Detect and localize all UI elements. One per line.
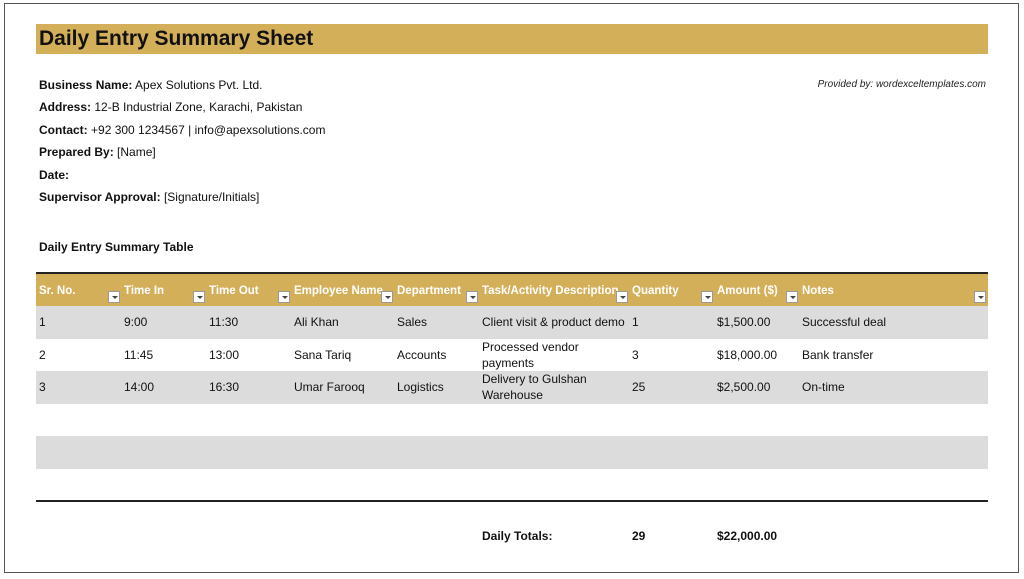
prepared-by-line: Prepared By: [Name] xyxy=(39,145,156,159)
cell-employee-name[interactable]: Ali Khan xyxy=(294,306,339,339)
title-bar: Daily Entry Summary Sheet xyxy=(36,24,988,54)
task-line-1: Processed vendor xyxy=(482,339,579,354)
supervisor-approval-line: Supervisor Approval: [Signature/Initials… xyxy=(39,190,259,204)
page-title: Daily Entry Summary Sheet xyxy=(39,27,314,50)
cell-time-out[interactable]: 16:30 xyxy=(209,371,239,404)
filter-dropdown-icon[interactable] xyxy=(381,291,393,303)
cell-notes[interactable]: Successful deal xyxy=(802,306,886,339)
daily-totals-amount[interactable]: $22,000.00 xyxy=(717,529,777,543)
filter-dropdown-icon[interactable] xyxy=(193,291,205,303)
prepared-by-value[interactable]: [Name] xyxy=(117,145,156,159)
address-value: 12-B Industrial Zone, Karachi, Pakistan xyxy=(94,100,303,114)
table-title: Daily Entry Summary Table xyxy=(39,240,194,254)
address-line: Address: 12-B Industrial Zone, Karachi, … xyxy=(39,100,302,114)
cell-amount[interactable]: $1,500.00 xyxy=(717,306,770,339)
cell-employee-name[interactable]: Sana Tariq xyxy=(294,339,351,372)
table-row-empty[interactable] xyxy=(36,436,988,469)
table-row: 2 11:45 13:00 Sana Tariq Accounts Proces… xyxy=(36,339,988,372)
col-header-sr-no[interactable]: Sr. No. xyxy=(39,274,75,306)
supervisor-approval-label: Supervisor Approval: xyxy=(39,190,161,204)
address-label: Address: xyxy=(39,100,92,114)
cell-department[interactable]: Sales xyxy=(397,306,427,339)
daily-totals-label: Daily Totals: xyxy=(482,529,553,543)
col-header-amount[interactable]: Amount ($) xyxy=(717,274,778,306)
filter-dropdown-icon[interactable] xyxy=(701,291,713,303)
cell-department[interactable]: Logistics xyxy=(397,371,444,404)
cell-time-in[interactable]: 9:00 xyxy=(124,306,147,339)
cell-task-description[interactable]: Client visit & product demo xyxy=(482,306,625,339)
table-row-empty[interactable] xyxy=(36,404,988,437)
business-name-label: Business Name: xyxy=(39,78,133,92)
col-header-time-in[interactable]: Time In xyxy=(124,274,164,306)
cell-time-out[interactable]: 13:00 xyxy=(209,339,239,372)
cell-employee-name[interactable]: Umar Farooq xyxy=(294,371,365,404)
cell-amount[interactable]: $2,500.00 xyxy=(717,371,770,404)
cell-task-description[interactable]: Processed vendor payments xyxy=(482,339,579,372)
task-line-2: payments xyxy=(482,355,535,370)
cell-notes[interactable]: Bank transfer xyxy=(802,339,873,372)
table-row: 1 9:00 11:30 Ali Khan Sales Client visit… xyxy=(36,306,988,339)
cell-time-out[interactable]: 11:30 xyxy=(209,306,238,339)
business-name-value: Apex Solutions Pvt. Ltd. xyxy=(135,78,263,92)
date-line: Date: xyxy=(39,168,69,182)
filter-dropdown-icon[interactable] xyxy=(974,291,986,303)
contact-line: Contact: +92 300 1234567 | info@apexsolu… xyxy=(39,123,325,137)
cell-time-in[interactable]: 14:00 xyxy=(124,371,154,404)
cell-sr-no[interactable]: 2 xyxy=(39,339,46,372)
cell-amount[interactable]: $18,000.00 xyxy=(717,339,777,372)
prepared-by-label: Prepared By: xyxy=(39,145,114,159)
cell-time-in[interactable]: 11:45 xyxy=(124,339,153,372)
table-header: Sr. No. Time In Time Out Employee Name D… xyxy=(36,272,988,306)
cell-task-description[interactable]: Delivery to Gulshan Warehouse xyxy=(482,371,587,404)
filter-dropdown-icon[interactable] xyxy=(616,291,628,303)
col-header-quantity[interactable]: Quantity xyxy=(632,274,679,306)
task-line-1: Client visit & product demo xyxy=(482,315,625,330)
date-label: Date: xyxy=(39,168,70,182)
filter-dropdown-icon[interactable] xyxy=(108,291,120,303)
cell-department[interactable]: Accounts xyxy=(397,339,446,372)
contact-value: +92 300 1234567 | info@apexsolutions.com xyxy=(91,123,326,137)
cell-sr-no[interactable]: 3 xyxy=(39,371,46,404)
cell-quantity[interactable]: 1 xyxy=(632,306,639,339)
cell-quantity[interactable]: 25 xyxy=(632,371,645,404)
cell-notes[interactable]: On-time xyxy=(802,371,845,404)
cell-sr-no[interactable]: 1 xyxy=(39,306,46,339)
table-row: 3 14:00 16:30 Umar Farooq Logistics Deli… xyxy=(36,371,988,404)
filter-dropdown-icon[interactable] xyxy=(466,291,478,303)
table-bottom-border xyxy=(36,500,988,502)
supervisor-approval-value[interactable]: [Signature/Initials] xyxy=(164,190,259,204)
summary-table: Sr. No. Time In Time Out Employee Name D… xyxy=(36,272,988,469)
provided-by-credit: Provided by: wordexceltemplates.com xyxy=(817,79,986,90)
daily-totals-quantity[interactable]: 29 xyxy=(632,529,645,543)
filter-dropdown-icon[interactable] xyxy=(278,291,290,303)
task-line-1: Delivery to Gulshan xyxy=(482,372,587,387)
col-header-notes[interactable]: Notes xyxy=(802,274,834,306)
col-header-task-description[interactable]: Task/Activity Description xyxy=(482,274,619,306)
task-line-2: Warehouse xyxy=(482,388,543,403)
col-header-employee-name[interactable]: Employee Name xyxy=(294,274,383,306)
contact-label: Contact: xyxy=(39,123,88,137)
business-name-line: Business Name: Apex Solutions Pvt. Ltd. xyxy=(39,78,262,92)
col-header-time-out[interactable]: Time Out xyxy=(209,274,259,306)
filter-dropdown-icon[interactable] xyxy=(786,291,798,303)
col-header-department[interactable]: Department xyxy=(397,274,461,306)
cell-quantity[interactable]: 3 xyxy=(632,339,639,372)
